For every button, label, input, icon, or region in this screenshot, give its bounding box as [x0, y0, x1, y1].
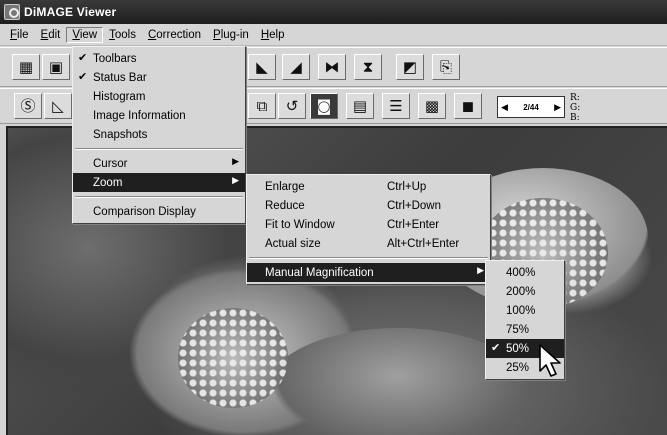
flower-stamens	[178, 308, 288, 408]
snapshot-button[interactable]: ◙	[310, 93, 338, 119]
layers-icon: ◼	[461, 96, 475, 115]
rotate-right-button[interactable]: ◢	[282, 54, 310, 80]
menu-item-comparison-display[interactable]: Comparison Display	[73, 202, 245, 221]
export-icon: ⎘	[439, 57, 452, 76]
frame-navigator: ◀ 2/44 ▶	[497, 96, 565, 118]
info-button[interactable]: ▤	[346, 93, 374, 119]
view-menu: ✔ Toolbars ✔ Status Bar Histogram Image In…	[72, 46, 246, 224]
window-title: DiMAGE Viewer	[24, 5, 117, 19]
app-icon	[4, 4, 20, 20]
prev-frame-arrow[interactable]: ◀	[501, 102, 508, 113]
check-icon: ✔	[78, 70, 88, 83]
menu-item-400-percent[interactable]: 400%	[486, 263, 564, 282]
camera-icon: ◙	[316, 96, 332, 115]
menu-file[interactable]: File	[4, 27, 35, 43]
compare-icon: ⧉	[256, 96, 268, 115]
grid-icon: ▦	[18, 57, 34, 76]
flip-horizontal-icon: ⧓	[324, 57, 340, 76]
menu-help[interactable]: Help	[255, 27, 291, 43]
submenu-arrow-icon: ▶	[232, 157, 239, 167]
flip-vertical-button[interactable]: ⧗	[354, 54, 382, 80]
submenu-arrow-icon: ▶	[232, 176, 239, 186]
check-icon: ✔	[491, 341, 501, 354]
layers-button[interactable]: ◼	[454, 93, 482, 119]
menu-bar: File Edit View Tools Correction Plug-in …	[0, 24, 667, 46]
rotate-right-icon: ◢	[290, 57, 302, 76]
menu-item-zoom[interactable]: Zoom ▶	[73, 173, 245, 192]
menu-item-snapshots[interactable]: Snapshots	[73, 125, 245, 144]
menu-item-actual-size[interactable]: Actual size Alt+Ctrl+Enter	[247, 234, 490, 253]
menu-item-histogram[interactable]: Histogram	[73, 87, 245, 106]
menu-correction[interactable]: Correction	[142, 27, 207, 43]
frame-icon: ▣	[48, 57, 64, 76]
rotate-left-button[interactable]: ◣	[248, 54, 276, 80]
s-badge-icon: Ⓢ	[20, 96, 36, 115]
document-icon: ▤	[352, 96, 368, 115]
menu-item-image-information[interactable]: Image Information	[73, 106, 245, 125]
compare-button[interactable]: ⧉	[248, 93, 276, 119]
tool-button[interactable]: ◺	[44, 93, 72, 119]
menu-separator	[75, 148, 243, 150]
list-icon: ☰	[389, 96, 403, 115]
rotate-left-icon: ◣	[256, 57, 268, 76]
menu-item-manual-magnification[interactable]: Manual Magnification ▶	[247, 263, 490, 282]
undo-icon: ↺	[285, 96, 299, 115]
menu-item-75-percent[interactable]: 75%	[486, 320, 564, 339]
select-button[interactable]: Ⓢ	[14, 93, 42, 119]
shortcut-label: Ctrl+Down	[387, 199, 442, 212]
shortcut-label: Ctrl+Enter	[387, 218, 440, 231]
rgb-b-label: B:	[570, 113, 580, 123]
correction-icon: ◩	[402, 57, 418, 76]
title-bar: DiMAGE Viewer	[0, 0, 667, 24]
frame-counter: 2/44	[523, 102, 539, 112]
pattern-button[interactable]: ▩	[418, 93, 446, 119]
pen-icon: ◺	[52, 96, 64, 115]
rgb-readout: R: G: B:	[570, 93, 580, 123]
menu-item-reduce[interactable]: Reduce Ctrl+Down	[247, 196, 490, 215]
mouse-pointer-icon	[539, 344, 561, 377]
menu-tools[interactable]: Tools	[103, 27, 142, 43]
submenu-arrow-icon: ▶	[477, 266, 484, 276]
flip-vertical-icon: ⧗	[362, 57, 374, 76]
rgb-r-label: R:	[570, 93, 580, 103]
menu-edit[interactable]: Edit	[35, 27, 67, 43]
undo-button[interactable]: ↺	[278, 93, 306, 119]
menu-view[interactable]: View	[66, 26, 104, 43]
check-icon: ✔	[78, 51, 88, 64]
flip-horizontal-button[interactable]: ⧓	[318, 54, 346, 80]
menu-item-status-bar[interactable]: ✔ Status Bar	[73, 68, 245, 87]
thumbnail-view-button[interactable]: ▦	[12, 54, 40, 80]
list-dropdown-button[interactable]: ☰	[382, 93, 410, 119]
menu-item-enlarge[interactable]: Enlarge Ctrl+Up	[247, 177, 490, 196]
next-frame-arrow[interactable]: ▶	[554, 102, 561, 113]
image-correction-button[interactable]: ◩	[396, 54, 424, 80]
single-view-button[interactable]: ▣	[42, 54, 70, 80]
menu-item-200-percent[interactable]: 200%	[486, 282, 564, 301]
menu-item-fit-to-window[interactable]: Fit to Window Ctrl+Enter	[247, 215, 490, 234]
shortcut-label: Alt+Ctrl+Enter	[387, 237, 460, 250]
menu-item-100-percent[interactable]: 100%	[486, 301, 564, 320]
menu-separator	[75, 196, 243, 198]
pattern-icon: ▩	[424, 96, 440, 115]
menu-plug-in[interactable]: Plug-in	[207, 27, 255, 43]
menu-item-cursor[interactable]: Cursor ▶	[73, 154, 245, 173]
rgb-g-label: G:	[570, 103, 581, 113]
menu-separator	[249, 257, 488, 259]
shortcut-label: Ctrl+Up	[387, 180, 427, 193]
menu-item-toolbars[interactable]: ✔ Toolbars	[73, 49, 245, 68]
zoom-submenu: Enlarge Ctrl+Up Reduce Ctrl+Down Fit to Wi…	[246, 174, 491, 285]
export-button[interactable]: ⎘	[432, 54, 460, 80]
